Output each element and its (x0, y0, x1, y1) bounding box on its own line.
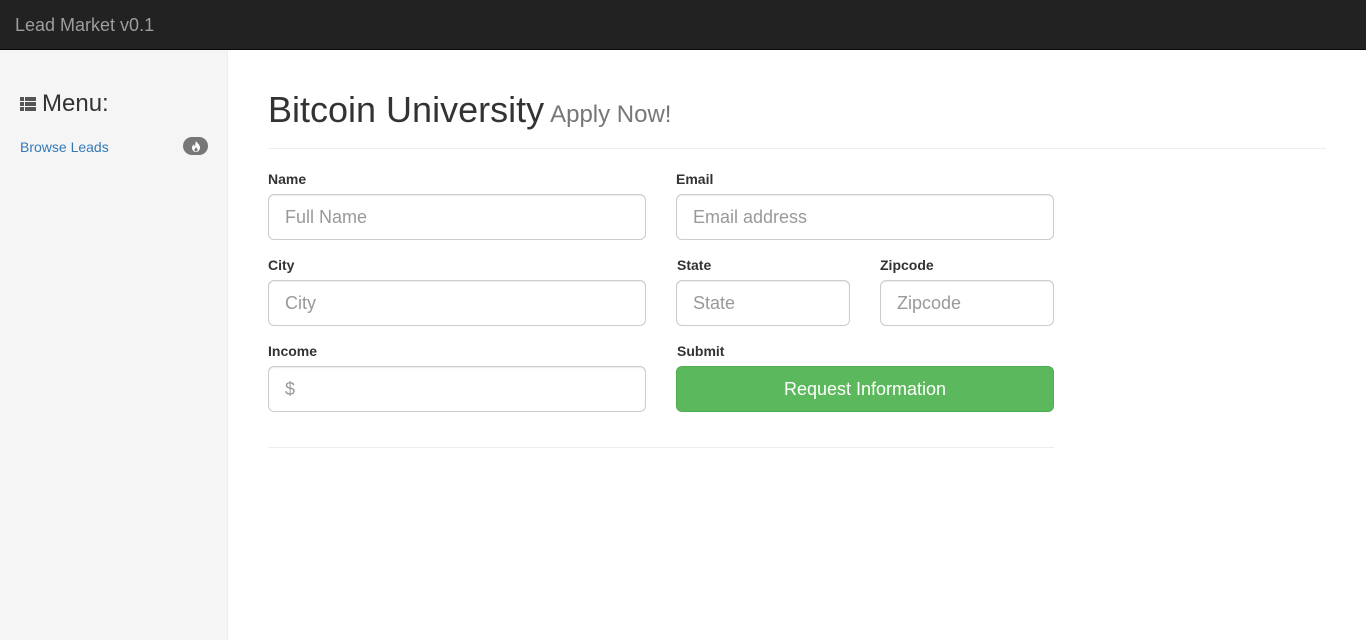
fire-icon (191, 140, 200, 152)
sidebar-item-browse-leads[interactable]: Browse Leads (20, 136, 208, 156)
name-input[interactable] (268, 194, 646, 240)
email-input[interactable] (676, 194, 1054, 240)
top-navbar: Lead Market v0.1 (0, 0, 1366, 50)
form-divider (268, 447, 1054, 448)
page-title: Bitcoin University Apply Now! (268, 88, 671, 137)
page-title-text: Bitcoin University (268, 89, 545, 130)
request-information-button[interactable]: Request Information (676, 366, 1054, 412)
income-input[interactable] (268, 366, 646, 412)
city-label: City (268, 257, 295, 273)
sidebar-item-label[interactable]: Browse Leads (20, 139, 109, 155)
city-input[interactable] (268, 280, 646, 326)
page-header: Bitcoin University Apply Now! (268, 88, 1326, 149)
fire-icon-badge (183, 137, 208, 155)
page-subtitle: Apply Now! (550, 101, 672, 128)
zipcode-label: Zipcode (880, 257, 934, 273)
email-label: Email (676, 171, 714, 187)
list-icon (20, 97, 36, 111)
state-input[interactable] (676, 280, 850, 326)
sidebar: Menu: Browse Leads (0, 50, 228, 640)
menu-heading: Menu: (20, 91, 109, 117)
zipcode-input[interactable] (880, 280, 1054, 326)
state-label: State (677, 257, 712, 273)
submit-label: Submit (677, 343, 725, 359)
income-label: Income (268, 343, 318, 359)
menu-heading-text: Menu: (42, 90, 109, 117)
name-label: Name (268, 171, 307, 187)
brand-link[interactable]: Lead Market v0.1 (15, 14, 154, 36)
